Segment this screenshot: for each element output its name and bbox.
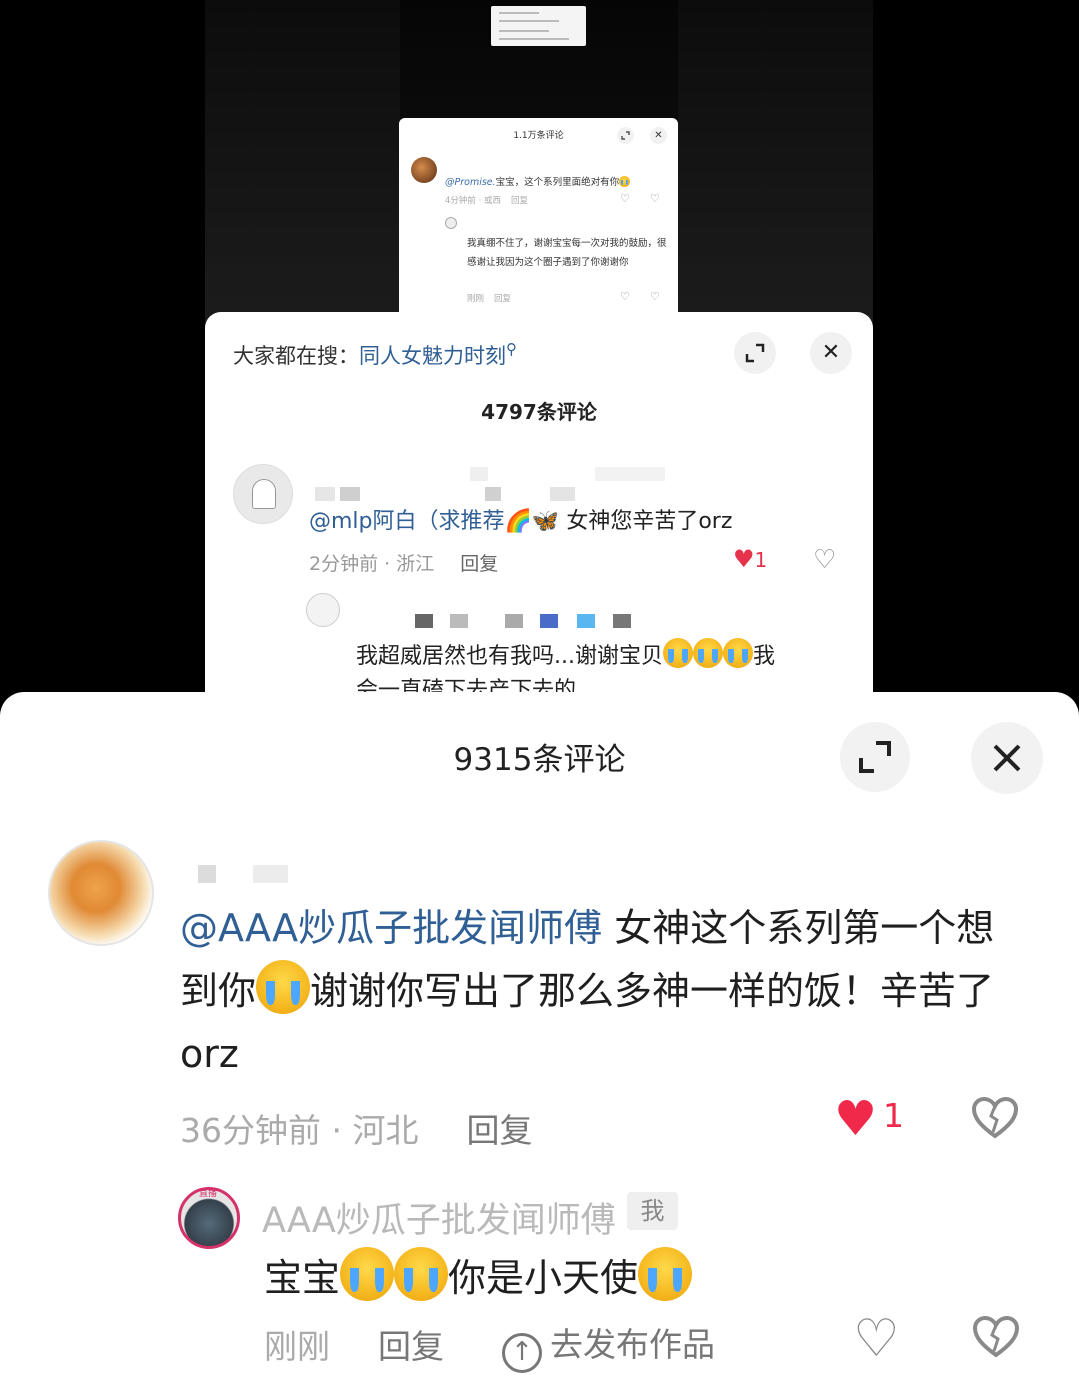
reply-button[interactable]: 回复 [511, 196, 528, 206]
mention-link[interactable]: @Promise. [445, 177, 496, 188]
avatar[interactable] [233, 464, 293, 524]
heart-filled-icon: ♥ [733, 545, 755, 573]
blurred-username [577, 614, 595, 628]
comment-count-title: 4797条评论 [481, 400, 597, 424]
reply-meta: 刚刚 回复 [264, 1327, 444, 1366]
blurred-username [315, 487, 335, 501]
live-badge: 直播 [199, 1189, 218, 1199]
blurred-username [540, 614, 558, 628]
blurred-username [450, 614, 468, 628]
like-count: 1 [883, 1096, 905, 1135]
heart-icon[interactable]: ♡ [620, 290, 630, 303]
like-count: 1 [754, 548, 768, 572]
expand-icon[interactable] [734, 332, 776, 374]
blurred-username [415, 614, 433, 628]
heart-icon[interactable]: ♡ [853, 1313, 900, 1365]
post-work-button[interactable]: ↑ 去发布作品 [502, 1318, 715, 1373]
dislike-icon[interactable]: ♡ [650, 192, 660, 205]
thumbnail-screenshot [491, 6, 586, 46]
blurred-username [470, 467, 488, 481]
mention-link[interactable]: @AAA炒瓜子批发闻师傅 [180, 906, 602, 950]
comment-text: @Promise.宝宝，这个系列里面绝对有你 [445, 174, 631, 188]
dislike-icon[interactable]: ♡ [813, 545, 836, 575]
author-name[interactable]: AAA炒瓜子批发闻师傅 [262, 1192, 616, 1243]
wink-emoji-icon [619, 176, 631, 187]
crying-emoji-icon [394, 1247, 449, 1301]
heart-filled-icon: ♥ [834, 1091, 878, 1147]
me-badge: 我 [627, 1192, 678, 1230]
close-icon[interactable]: ✕ [650, 127, 667, 144]
dislike-icon[interactable]: ♡ [650, 290, 660, 303]
reply-button[interactable]: 回复 [378, 1327, 444, 1366]
reply-button[interactable]: 回复 [460, 553, 498, 575]
search-icon: ⚲ [506, 340, 517, 358]
comment-count-title: 9315条评论 [453, 742, 626, 778]
close-icon[interactable] [971, 722, 1043, 794]
comment-meta: 2分钟前 · 浙江 回复 [309, 553, 499, 575]
heart-icon[interactable]: ♡ [620, 192, 630, 205]
reply-button[interactable]: 回复 [466, 1111, 532, 1150]
blurred-username [595, 467, 665, 481]
avatar[interactable] [306, 593, 340, 627]
reply-text: 宝宝 你是小天使 [264, 1247, 693, 1302]
blurred-username [550, 487, 575, 501]
avatar[interactable] [411, 157, 437, 183]
close-icon[interactable]: ✕ [810, 332, 852, 374]
blurred-username [505, 614, 523, 628]
comment-panel-small: 1.1万条评论 ✕ @Promise.宝宝，这个系列里面绝对有你 4分钟前 · … [399, 118, 678, 318]
avatar[interactable] [445, 217, 457, 229]
rainbow-emoji-icon: 🌈 [504, 509, 532, 534]
reply-meta: 刚刚 回复 [467, 294, 512, 304]
mention-link[interactable]: @mlp阿白（求推荐 [309, 509, 505, 534]
blurred-username [340, 487, 360, 501]
like-button[interactable]: ♥1 [834, 1095, 904, 1143]
comment-text: @AAA炒瓜子批发闻师傅 女神这个系列第一个想到你 谢谢你写出了那么多神一样的饭！… [180, 906, 995, 1076]
comment-text: @mlp阿白（求推荐🌈🦋 女神您辛苦了orz [309, 509, 733, 534]
trending-search[interactable]: 大家都在搜：同人女魅力时刻⚲ [233, 340, 517, 370]
blurred-username [485, 487, 501, 501]
crying-emoji-icon [662, 638, 693, 668]
crying-emoji-icon [692, 638, 723, 668]
comment-panel-large: 9315条评论 @AAA炒瓜子批发闻师傅 女神这个系列第一个想到你 谢谢你写出了那… [0, 692, 1079, 1400]
crying-emoji-icon [722, 638, 753, 668]
arrow-up-icon: ↑ [502, 1333, 542, 1373]
expand-icon[interactable] [617, 127, 634, 144]
comment-panel-medium: 大家都在搜：同人女魅力时刻⚲ ✕ 4797条评论 @mlp阿白（求推荐🌈🦋 女神… [205, 312, 873, 712]
like-button[interactable]: ♥1 [733, 545, 767, 573]
comment-count-title: 1.1万条评论 [513, 131, 564, 141]
crying-emoji-icon [638, 1247, 693, 1301]
reply-text: 我真绷不住了，谢谢宝宝每一次对我的鼓励，很感谢让我因为这个圈子遇到了你谢谢你 [467, 238, 667, 268]
reply-button[interactable]: 回复 [494, 294, 511, 304]
blurred-username [613, 614, 631, 628]
dislike-icon[interactable] [972, 1315, 1020, 1367]
avatar[interactable] [48, 840, 154, 946]
crying-emoji-icon [340, 1247, 395, 1301]
expand-icon[interactable] [840, 722, 910, 792]
butterfly-emoji-icon: 🦋 [531, 509, 560, 534]
blurred-username [198, 865, 216, 883]
crying-emoji-icon [256, 960, 311, 1014]
dislike-icon[interactable] [971, 1096, 1019, 1148]
comment-meta: 36分钟前 · 河北 回复 [180, 1111, 533, 1150]
search-keyword-link[interactable]: 同人女魅力时刻 [359, 344, 506, 368]
comment-meta: 4分钟前 · 或西 回复 [445, 196, 529, 206]
blurred-username [253, 865, 288, 883]
